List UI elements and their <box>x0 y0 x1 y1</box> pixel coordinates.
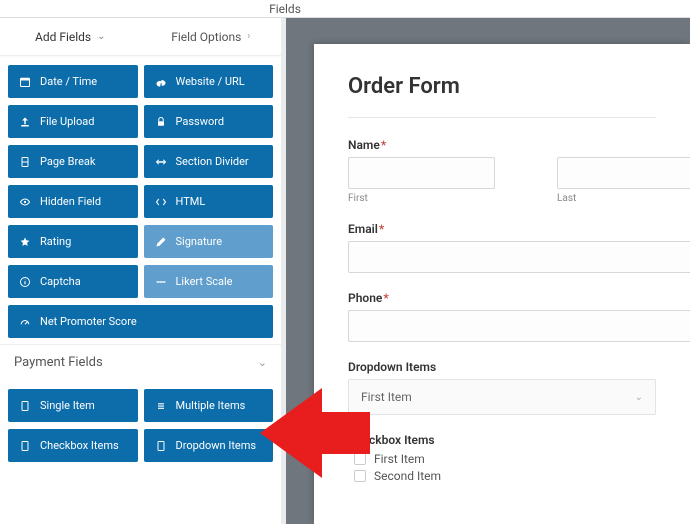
field-label: File Upload <box>40 115 94 128</box>
label-checkbox: Checkbox Items <box>348 433 656 447</box>
field-name[interactable]: Name* First Last <box>348 138 656 204</box>
field-label: Single Item <box>40 399 95 412</box>
form-canvas: Order Form Name* First Last Email* <box>314 44 690 524</box>
fancy-fields-grid: Date / Time Website / URL File Upload Passw… <box>0 56 281 344</box>
input-phone[interactable] <box>348 310 690 342</box>
doc-icon <box>18 440 32 452</box>
lik-icon <box>154 276 168 288</box>
top-bar: Fields <box>0 0 690 18</box>
dropdown-selected: First Item <box>361 390 412 404</box>
field-label: Likert Scale <box>176 275 233 288</box>
section-label: Payment Fields <box>14 355 103 370</box>
checkbox-option[interactable]: First Item <box>354 452 656 466</box>
checkbox-option[interactable]: Second Item <box>354 469 656 483</box>
field-website-url[interactable]: Website / URL <box>144 65 274 98</box>
field-date-time[interactable]: Date / Time <box>8 65 138 98</box>
eye-icon <box>18 196 32 208</box>
field-dropdown-items[interactable]: Dropdown Items First Item ⌄ <box>348 360 656 415</box>
checkbox-label: First Item <box>374 452 425 466</box>
tab-label: Add Fields <box>35 30 91 44</box>
doc-icon <box>18 400 32 412</box>
section-payment-fields[interactable]: Payment Fields ⌄ <box>0 344 281 380</box>
field-hidden-field[interactable]: Hidden Field <box>8 185 138 218</box>
code-icon <box>154 196 168 208</box>
divider <box>348 117 656 118</box>
tab-field-options[interactable]: Field Options › <box>141 18 282 55</box>
chevron-right-icon: › <box>247 31 250 42</box>
field-phone[interactable]: Phone* <box>348 291 656 342</box>
field-rating[interactable]: Rating <box>8 225 138 258</box>
field-likert-scale[interactable]: Likert Scale <box>144 265 274 298</box>
sidebar: Add Fields ⌄ Field Options › Date / Time… <box>0 18 286 524</box>
field-label: Multiple Items <box>176 399 246 412</box>
top-title: Fields <box>269 2 301 16</box>
field-label: Rating <box>40 235 71 248</box>
field-label: Checkbox Items <box>40 439 119 452</box>
input-last-name[interactable] <box>557 157 690 189</box>
sublabel-last: Last <box>557 193 690 204</box>
label-dropdown: Dropdown Items <box>348 360 656 374</box>
field-label: Captcha <box>40 275 81 288</box>
chevron-down-icon: ⌄ <box>635 392 643 403</box>
field-label: Section Divider <box>176 155 249 168</box>
input-first-name[interactable] <box>348 157 495 189</box>
field-checkbox-items[interactable]: Checkbox Items First Item Second Item <box>348 433 656 483</box>
field-section-divider[interactable]: Section Divider <box>144 145 274 178</box>
info-icon <box>18 276 32 288</box>
label-email: Email* <box>348 222 656 236</box>
field-email[interactable]: Email* <box>348 222 656 273</box>
gauge-icon <box>18 316 32 328</box>
label-phone: Phone* <box>348 291 656 305</box>
label-name: Name* <box>348 138 656 152</box>
doc-icon <box>154 440 168 452</box>
field-net-promoter-score[interactable]: Net Promoter Score <box>8 305 273 338</box>
link-icon <box>154 76 168 88</box>
chevron-down-icon: ⌄ <box>258 356 267 369</box>
sublabel-first: First <box>348 193 495 204</box>
star-icon <box>18 236 32 248</box>
field-html[interactable]: HTML <box>144 185 274 218</box>
input-email[interactable] <box>348 241 690 273</box>
field-label: Hidden Field <box>40 195 101 208</box>
list-icon <box>154 400 168 412</box>
field-page-break[interactable]: Page Break <box>8 145 138 178</box>
chevron-down-icon: ⌄ <box>97 31 105 42</box>
field-label: Signature <box>176 235 223 248</box>
page-icon <box>18 156 32 168</box>
field-label: HTML <box>176 195 206 208</box>
field-label: Website / URL <box>176 75 245 88</box>
field-label: Page Break <box>40 155 95 168</box>
field-captcha[interactable]: Captcha <box>8 265 138 298</box>
lock-icon <box>154 116 168 128</box>
field-label: Date / Time <box>40 75 97 88</box>
field-label: Password <box>176 115 225 128</box>
field-checkbox-items[interactable]: Checkbox Items <box>8 429 138 462</box>
field-dropdown-items[interactable]: Dropdown Items <box>144 429 274 462</box>
checkbox-icon <box>354 453 366 465</box>
field-file-upload[interactable]: File Upload <box>8 105 138 138</box>
sidebar-tabs: Add Fields ⌄ Field Options › <box>0 18 281 56</box>
field-password[interactable]: Password <box>144 105 274 138</box>
field-signature[interactable]: Signature <box>144 225 274 258</box>
field-label: Dropdown Items <box>176 439 257 452</box>
payment-fields-grid: Single Item Multiple Items Checkbox Items D… <box>0 380 281 468</box>
cal-icon <box>18 76 32 88</box>
checkbox-label: Second Item <box>374 469 441 483</box>
dropdown-select[interactable]: First Item ⌄ <box>348 379 656 415</box>
pen-icon <box>154 236 168 248</box>
up-icon <box>18 116 32 128</box>
checkbox-icon <box>354 470 366 482</box>
tab-label: Field Options <box>171 30 241 44</box>
form-title: Order Form <box>348 74 656 99</box>
field-label: Net Promoter Score <box>40 315 137 328</box>
tab-add-fields[interactable]: Add Fields ⌄ <box>0 18 141 55</box>
field-single-item[interactable]: Single Item <box>8 389 138 422</box>
div-icon <box>154 156 168 168</box>
form-preview-area: Order Form Name* First Last Email* <box>286 18 690 524</box>
field-multiple-items[interactable]: Multiple Items <box>144 389 274 422</box>
